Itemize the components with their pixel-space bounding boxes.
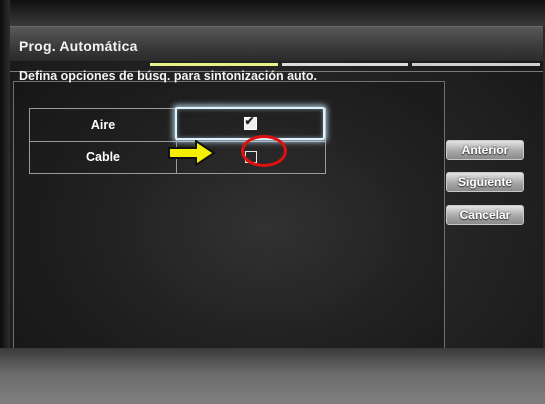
arrow-right-icon: [168, 140, 216, 166]
tv-bezel-bottom: [0, 348, 545, 404]
title-bar: Prog. Automática: [10, 27, 543, 61]
cancel-button[interactable]: Cancelar: [446, 205, 524, 225]
checkbox-aire[interactable]: ✔: [243, 114, 257, 130]
next-button[interactable]: Siguiente: [446, 172, 524, 192]
instruction-text: Defina opciones de búsq. para sintonizac…: [19, 69, 317, 83]
tv-bezel-left: [0, 0, 10, 404]
previous-button[interactable]: Anterior: [446, 140, 524, 160]
page-title: Prog. Automática: [19, 38, 138, 54]
tv-bezel-top: [0, 0, 545, 26]
option-row-aire[interactable]: Aire ✔: [30, 107, 325, 142]
option-label-aire: Aire: [30, 109, 177, 141]
wizard-step-1-indicator: [150, 63, 278, 66]
checkbox-checked-icon: ✔: [244, 114, 255, 128]
wizard-step-2-indicator: [282, 63, 408, 66]
option-check-cell-aire[interactable]: ✔: [175, 107, 325, 140]
highlight-circle: [241, 135, 287, 167]
option-label-cable: Cable: [30, 141, 177, 173]
wizard-step-3-indicator: [412, 63, 540, 66]
